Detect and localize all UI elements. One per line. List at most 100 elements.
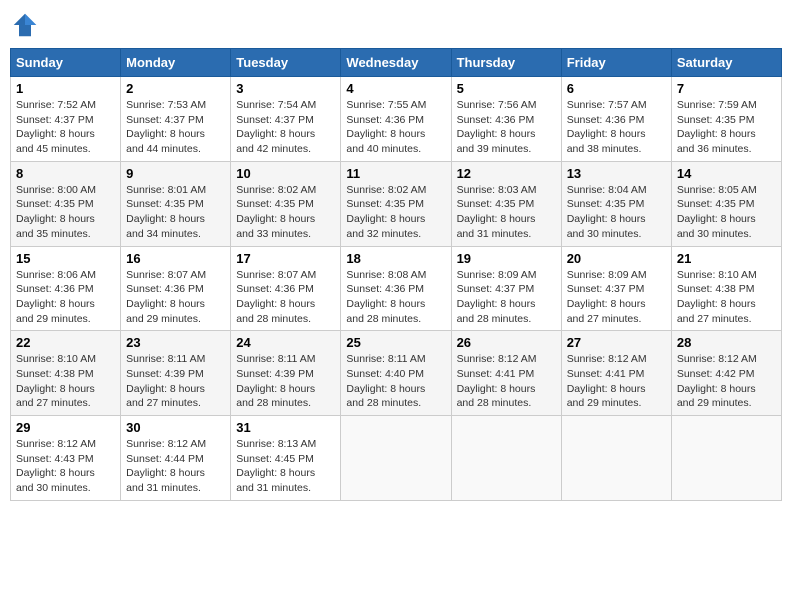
- day-info: Sunrise: 8:11 AM Sunset: 4:39 PM Dayligh…: [126, 352, 225, 411]
- day-info: Sunrise: 8:12 AM Sunset: 4:41 PM Dayligh…: [567, 352, 666, 411]
- day-number: 25: [346, 335, 445, 350]
- calendar-cell: 15 Sunrise: 8:06 AM Sunset: 4:36 PM Dayl…: [11, 246, 121, 331]
- day-info: Sunrise: 7:57 AM Sunset: 4:36 PM Dayligh…: [567, 98, 666, 157]
- day-number: 14: [677, 166, 776, 181]
- day-info: Sunrise: 8:13 AM Sunset: 4:45 PM Dayligh…: [236, 437, 335, 496]
- day-info: Sunrise: 7:52 AM Sunset: 4:37 PM Dayligh…: [16, 98, 115, 157]
- logo-icon: [10, 10, 40, 40]
- day-info: Sunrise: 8:09 AM Sunset: 4:37 PM Dayligh…: [567, 268, 666, 327]
- calendar-cell: 8 Sunrise: 8:00 AM Sunset: 4:35 PM Dayli…: [11, 161, 121, 246]
- calendar-cell: 11 Sunrise: 8:02 AM Sunset: 4:35 PM Dayl…: [341, 161, 451, 246]
- header: [10, 10, 782, 40]
- day-number: 21: [677, 251, 776, 266]
- day-info: Sunrise: 8:01 AM Sunset: 4:35 PM Dayligh…: [126, 183, 225, 242]
- day-info: Sunrise: 7:55 AM Sunset: 4:36 PM Dayligh…: [346, 98, 445, 157]
- calendar-cell: 31 Sunrise: 8:13 AM Sunset: 4:45 PM Dayl…: [231, 416, 341, 501]
- day-info: Sunrise: 8:12 AM Sunset: 4:42 PM Dayligh…: [677, 352, 776, 411]
- day-info: Sunrise: 8:04 AM Sunset: 4:35 PM Dayligh…: [567, 183, 666, 242]
- day-number: 22: [16, 335, 115, 350]
- calendar-cell: [561, 416, 671, 501]
- calendar-cell: 22 Sunrise: 8:10 AM Sunset: 4:38 PM Dayl…: [11, 331, 121, 416]
- day-info: Sunrise: 7:59 AM Sunset: 4:35 PM Dayligh…: [677, 98, 776, 157]
- calendar-cell: 3 Sunrise: 7:54 AM Sunset: 4:37 PM Dayli…: [231, 77, 341, 162]
- calendar-cell: 7 Sunrise: 7:59 AM Sunset: 4:35 PM Dayli…: [671, 77, 781, 162]
- calendar-cell: 19 Sunrise: 8:09 AM Sunset: 4:37 PM Dayl…: [451, 246, 561, 331]
- calendar-cell: 30 Sunrise: 8:12 AM Sunset: 4:44 PM Dayl…: [121, 416, 231, 501]
- day-number: 15: [16, 251, 115, 266]
- calendar-cell: 2 Sunrise: 7:53 AM Sunset: 4:37 PM Dayli…: [121, 77, 231, 162]
- day-number: 3: [236, 81, 335, 96]
- calendar-cell: 20 Sunrise: 8:09 AM Sunset: 4:37 PM Dayl…: [561, 246, 671, 331]
- day-number: 16: [126, 251, 225, 266]
- day-info: Sunrise: 7:56 AM Sunset: 4:36 PM Dayligh…: [457, 98, 556, 157]
- column-header-tuesday: Tuesday: [231, 49, 341, 77]
- calendar-cell: [341, 416, 451, 501]
- day-number: 12: [457, 166, 556, 181]
- column-header-saturday: Saturday: [671, 49, 781, 77]
- day-number: 5: [457, 81, 556, 96]
- day-number: 29: [16, 420, 115, 435]
- calendar-cell: 1 Sunrise: 7:52 AM Sunset: 4:37 PM Dayli…: [11, 77, 121, 162]
- day-number: 10: [236, 166, 335, 181]
- day-number: 8: [16, 166, 115, 181]
- calendar-cell: 4 Sunrise: 7:55 AM Sunset: 4:36 PM Dayli…: [341, 77, 451, 162]
- day-number: 7: [677, 81, 776, 96]
- calendar-cell: 5 Sunrise: 7:56 AM Sunset: 4:36 PM Dayli…: [451, 77, 561, 162]
- calendar-cell: 13 Sunrise: 8:04 AM Sunset: 4:35 PM Dayl…: [561, 161, 671, 246]
- week-row-5: 29 Sunrise: 8:12 AM Sunset: 4:43 PM Dayl…: [11, 416, 782, 501]
- logo: [10, 10, 44, 40]
- day-number: 24: [236, 335, 335, 350]
- calendar-header-row: SundayMondayTuesdayWednesdayThursdayFrid…: [11, 49, 782, 77]
- calendar-cell: 25 Sunrise: 8:11 AM Sunset: 4:40 PM Dayl…: [341, 331, 451, 416]
- calendar-cell: 14 Sunrise: 8:05 AM Sunset: 4:35 PM Dayl…: [671, 161, 781, 246]
- day-info: Sunrise: 8:12 AM Sunset: 4:41 PM Dayligh…: [457, 352, 556, 411]
- day-info: Sunrise: 8:03 AM Sunset: 4:35 PM Dayligh…: [457, 183, 556, 242]
- day-number: 11: [346, 166, 445, 181]
- day-number: 20: [567, 251, 666, 266]
- day-info: Sunrise: 8:11 AM Sunset: 4:39 PM Dayligh…: [236, 352, 335, 411]
- calendar-cell: 18 Sunrise: 8:08 AM Sunset: 4:36 PM Dayl…: [341, 246, 451, 331]
- day-number: 18: [346, 251, 445, 266]
- column-header-wednesday: Wednesday: [341, 49, 451, 77]
- week-row-2: 8 Sunrise: 8:00 AM Sunset: 4:35 PM Dayli…: [11, 161, 782, 246]
- calendar-cell: 28 Sunrise: 8:12 AM Sunset: 4:42 PM Dayl…: [671, 331, 781, 416]
- day-info: Sunrise: 8:06 AM Sunset: 4:36 PM Dayligh…: [16, 268, 115, 327]
- day-number: 13: [567, 166, 666, 181]
- calendar-cell: 6 Sunrise: 7:57 AM Sunset: 4:36 PM Dayli…: [561, 77, 671, 162]
- day-number: 27: [567, 335, 666, 350]
- column-header-sunday: Sunday: [11, 49, 121, 77]
- day-info: Sunrise: 8:07 AM Sunset: 4:36 PM Dayligh…: [236, 268, 335, 327]
- day-number: 23: [126, 335, 225, 350]
- day-info: Sunrise: 8:08 AM Sunset: 4:36 PM Dayligh…: [346, 268, 445, 327]
- day-number: 26: [457, 335, 556, 350]
- day-number: 28: [677, 335, 776, 350]
- day-info: Sunrise: 8:10 AM Sunset: 4:38 PM Dayligh…: [677, 268, 776, 327]
- calendar-cell: 16 Sunrise: 8:07 AM Sunset: 4:36 PM Dayl…: [121, 246, 231, 331]
- calendar-cell: [451, 416, 561, 501]
- calendar-cell: 9 Sunrise: 8:01 AM Sunset: 4:35 PM Dayli…: [121, 161, 231, 246]
- day-info: Sunrise: 8:07 AM Sunset: 4:36 PM Dayligh…: [126, 268, 225, 327]
- day-info: Sunrise: 8:09 AM Sunset: 4:37 PM Dayligh…: [457, 268, 556, 327]
- calendar-cell: 27 Sunrise: 8:12 AM Sunset: 4:41 PM Dayl…: [561, 331, 671, 416]
- day-number: 4: [346, 81, 445, 96]
- calendar-cell: 24 Sunrise: 8:11 AM Sunset: 4:39 PM Dayl…: [231, 331, 341, 416]
- day-number: 6: [567, 81, 666, 96]
- calendar: SundayMondayTuesdayWednesdayThursdayFrid…: [10, 48, 782, 501]
- day-info: Sunrise: 8:02 AM Sunset: 4:35 PM Dayligh…: [236, 183, 335, 242]
- day-info: Sunrise: 8:12 AM Sunset: 4:43 PM Dayligh…: [16, 437, 115, 496]
- day-number: 19: [457, 251, 556, 266]
- calendar-cell: 10 Sunrise: 8:02 AM Sunset: 4:35 PM Dayl…: [231, 161, 341, 246]
- day-info: Sunrise: 8:00 AM Sunset: 4:35 PM Dayligh…: [16, 183, 115, 242]
- day-number: 30: [126, 420, 225, 435]
- day-info: Sunrise: 8:12 AM Sunset: 4:44 PM Dayligh…: [126, 437, 225, 496]
- day-number: 2: [126, 81, 225, 96]
- day-number: 1: [16, 81, 115, 96]
- calendar-cell: 17 Sunrise: 8:07 AM Sunset: 4:36 PM Dayl…: [231, 246, 341, 331]
- day-info: Sunrise: 8:10 AM Sunset: 4:38 PM Dayligh…: [16, 352, 115, 411]
- week-row-3: 15 Sunrise: 8:06 AM Sunset: 4:36 PM Dayl…: [11, 246, 782, 331]
- calendar-cell: [671, 416, 781, 501]
- calendar-cell: 23 Sunrise: 8:11 AM Sunset: 4:39 PM Dayl…: [121, 331, 231, 416]
- day-number: 9: [126, 166, 225, 181]
- calendar-cell: 26 Sunrise: 8:12 AM Sunset: 4:41 PM Dayl…: [451, 331, 561, 416]
- column-header-friday: Friday: [561, 49, 671, 77]
